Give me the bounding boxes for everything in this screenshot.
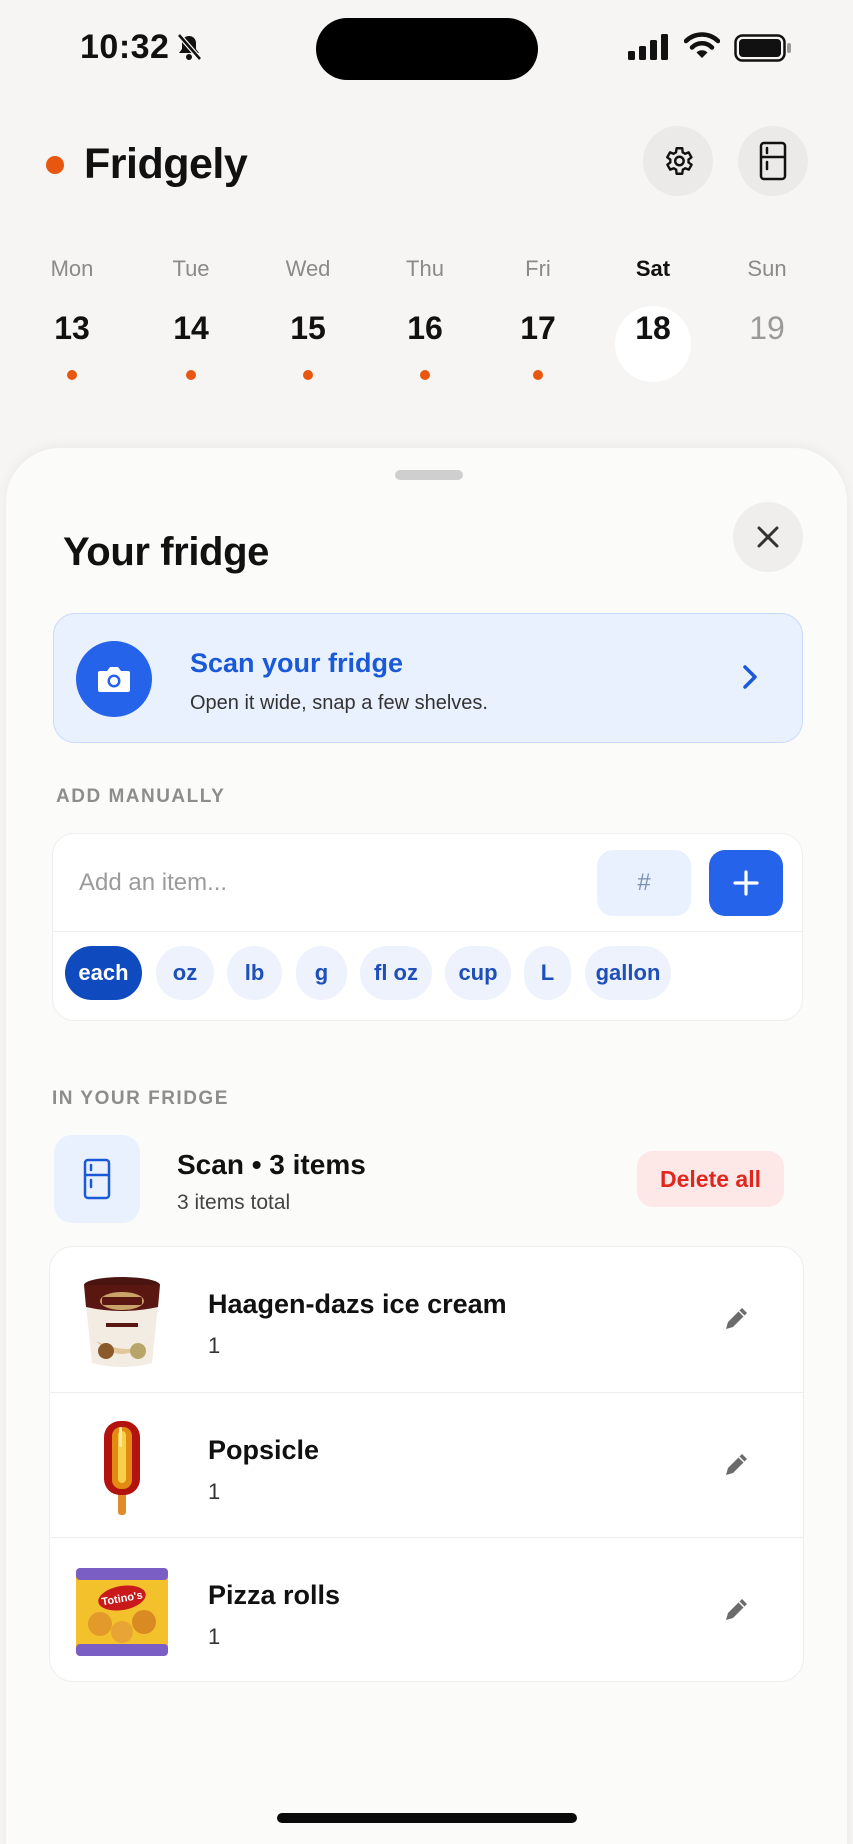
battery-icon xyxy=(734,34,791,62)
scan-group-icon xyxy=(54,1135,140,1223)
camera-button xyxy=(76,641,152,717)
fridge-items-list: Haagen-dazs ice cream 1 Popsicle 1 Totin… xyxy=(49,1246,804,1682)
unit-chip-each[interactable]: each xyxy=(65,946,142,1000)
list-item[interactable]: Popsicle 1 xyxy=(50,1392,803,1537)
quantity-input[interactable]: # xyxy=(597,850,691,916)
day-mon[interactable]: Mon 13 xyxy=(27,256,117,380)
gear-icon xyxy=(666,147,693,175)
day-tue[interactable]: Tue 14 xyxy=(146,256,236,380)
item-quantity: 1 xyxy=(208,1479,221,1504)
scan-card-subtitle: Open it wide, snap a few shelves. xyxy=(190,692,488,714)
settings-button[interactable] xyxy=(643,126,713,196)
unit-chip-g[interactable]: g xyxy=(296,946,347,1000)
item-name: Popsicle xyxy=(208,1435,320,1465)
day-number: 14 xyxy=(173,310,209,346)
day-dot xyxy=(67,370,77,380)
add-item-card: Add an item... # each oz lb g fl oz cup … xyxy=(52,833,803,1021)
scan-card-title: Scan your fridge xyxy=(190,648,404,678)
fridge-sheet: Your fridge Scan your fridge Open it wid… xyxy=(6,448,847,1844)
item-name: Pizza rolls xyxy=(208,1580,341,1610)
day-number: 16 xyxy=(407,310,443,346)
sheet-title: Your fridge xyxy=(63,530,269,574)
pizza-rolls-bag-image: Totino's xyxy=(76,1568,168,1656)
day-wed[interactable]: Wed 15 xyxy=(263,256,353,380)
unit-chip-oz[interactable]: oz xyxy=(156,946,214,1000)
day-dot xyxy=(303,370,313,380)
unit-chip-cup[interactable]: cup xyxy=(445,946,511,1000)
camera-icon xyxy=(98,667,130,692)
unit-chip-gallon[interactable]: gallon xyxy=(585,946,671,1000)
add-item-button[interactable] xyxy=(709,850,783,916)
day-dot xyxy=(533,370,543,380)
item-name: Haagen-dazs ice cream xyxy=(208,1289,507,1319)
day-number: 17 xyxy=(520,310,556,346)
add-item-placeholder: Add an item... xyxy=(79,869,228,896)
wifi-icon xyxy=(684,32,720,58)
day-name: Sun xyxy=(747,256,787,281)
day-number: 13 xyxy=(54,310,90,346)
status-bar: 10:32 xyxy=(0,0,853,100)
add-manually-label: ADD MANUALLY xyxy=(56,786,226,807)
scan-group-subtitle: 3 items total xyxy=(177,1191,291,1214)
scan-group-title: Scan • 3 items xyxy=(177,1149,366,1180)
unit-chip-l[interactable]: L xyxy=(524,946,571,1000)
home-indicator[interactable] xyxy=(277,1813,577,1823)
day-dot xyxy=(186,370,196,380)
day-number: 19 xyxy=(749,310,785,346)
day-name: Tue xyxy=(172,256,210,281)
sheet-grabber[interactable] xyxy=(395,470,463,480)
unit-chip-lb[interactable]: lb xyxy=(227,946,282,1000)
day-sun[interactable]: Sun 19 xyxy=(722,256,812,348)
pencil-icon[interactable] xyxy=(722,1594,752,1624)
status-time: 10:32 xyxy=(80,28,170,66)
day-fri[interactable]: Fri 17 xyxy=(493,256,583,380)
signal-icon xyxy=(628,34,668,60)
ice-cream-pint-image xyxy=(84,1277,160,1367)
popsicle-image xyxy=(104,1421,140,1515)
fridge-icon xyxy=(759,141,787,181)
fridge-icon xyxy=(83,1158,111,1200)
delete-all-button[interactable]: Delete all xyxy=(637,1151,784,1207)
chevron-right-icon xyxy=(743,665,757,689)
list-item[interactable]: Totino's Pizza rolls 1 xyxy=(50,1537,803,1681)
pencil-icon[interactable] xyxy=(722,1449,752,1479)
list-item[interactable]: Haagen-dazs ice cream 1 xyxy=(50,1247,803,1392)
item-quantity: 1 xyxy=(208,1333,221,1358)
bell-muted-icon xyxy=(177,33,202,61)
close-button[interactable] xyxy=(733,502,803,572)
plus-icon xyxy=(733,870,759,896)
day-name: Sat xyxy=(635,256,671,281)
pencil-icon[interactable] xyxy=(722,1303,752,1333)
in-fridge-label: IN YOUR FRIDGE xyxy=(52,1088,229,1109)
brand-dot xyxy=(46,155,64,174)
day-number: 15 xyxy=(290,310,326,346)
scan-fridge-card[interactable]: Scan your fridge Open it wide, snap a fe… xyxy=(53,613,803,743)
day-name: Wed xyxy=(285,256,331,281)
app-title: Fridgely xyxy=(84,140,248,188)
dynamic-island xyxy=(316,18,538,80)
day-sat[interactable]: Sat 18 xyxy=(608,256,698,382)
item-quantity: 1 xyxy=(208,1624,221,1649)
app-brand: Fridgely xyxy=(46,140,248,189)
day-number: 18 xyxy=(635,310,671,346)
fridge-view-button[interactable] xyxy=(738,126,808,196)
day-dot xyxy=(420,370,430,380)
unit-chip-fl-oz[interactable]: fl oz xyxy=(360,946,432,1000)
close-icon xyxy=(757,526,779,548)
day-name: Thu xyxy=(406,256,444,281)
day-thu[interactable]: Thu 16 xyxy=(380,256,470,380)
day-name: Fri xyxy=(525,256,551,281)
scan-group-header: Scan • 3 items 3 items total Delete all xyxy=(52,1135,803,1225)
day-name: Mon xyxy=(50,256,94,281)
